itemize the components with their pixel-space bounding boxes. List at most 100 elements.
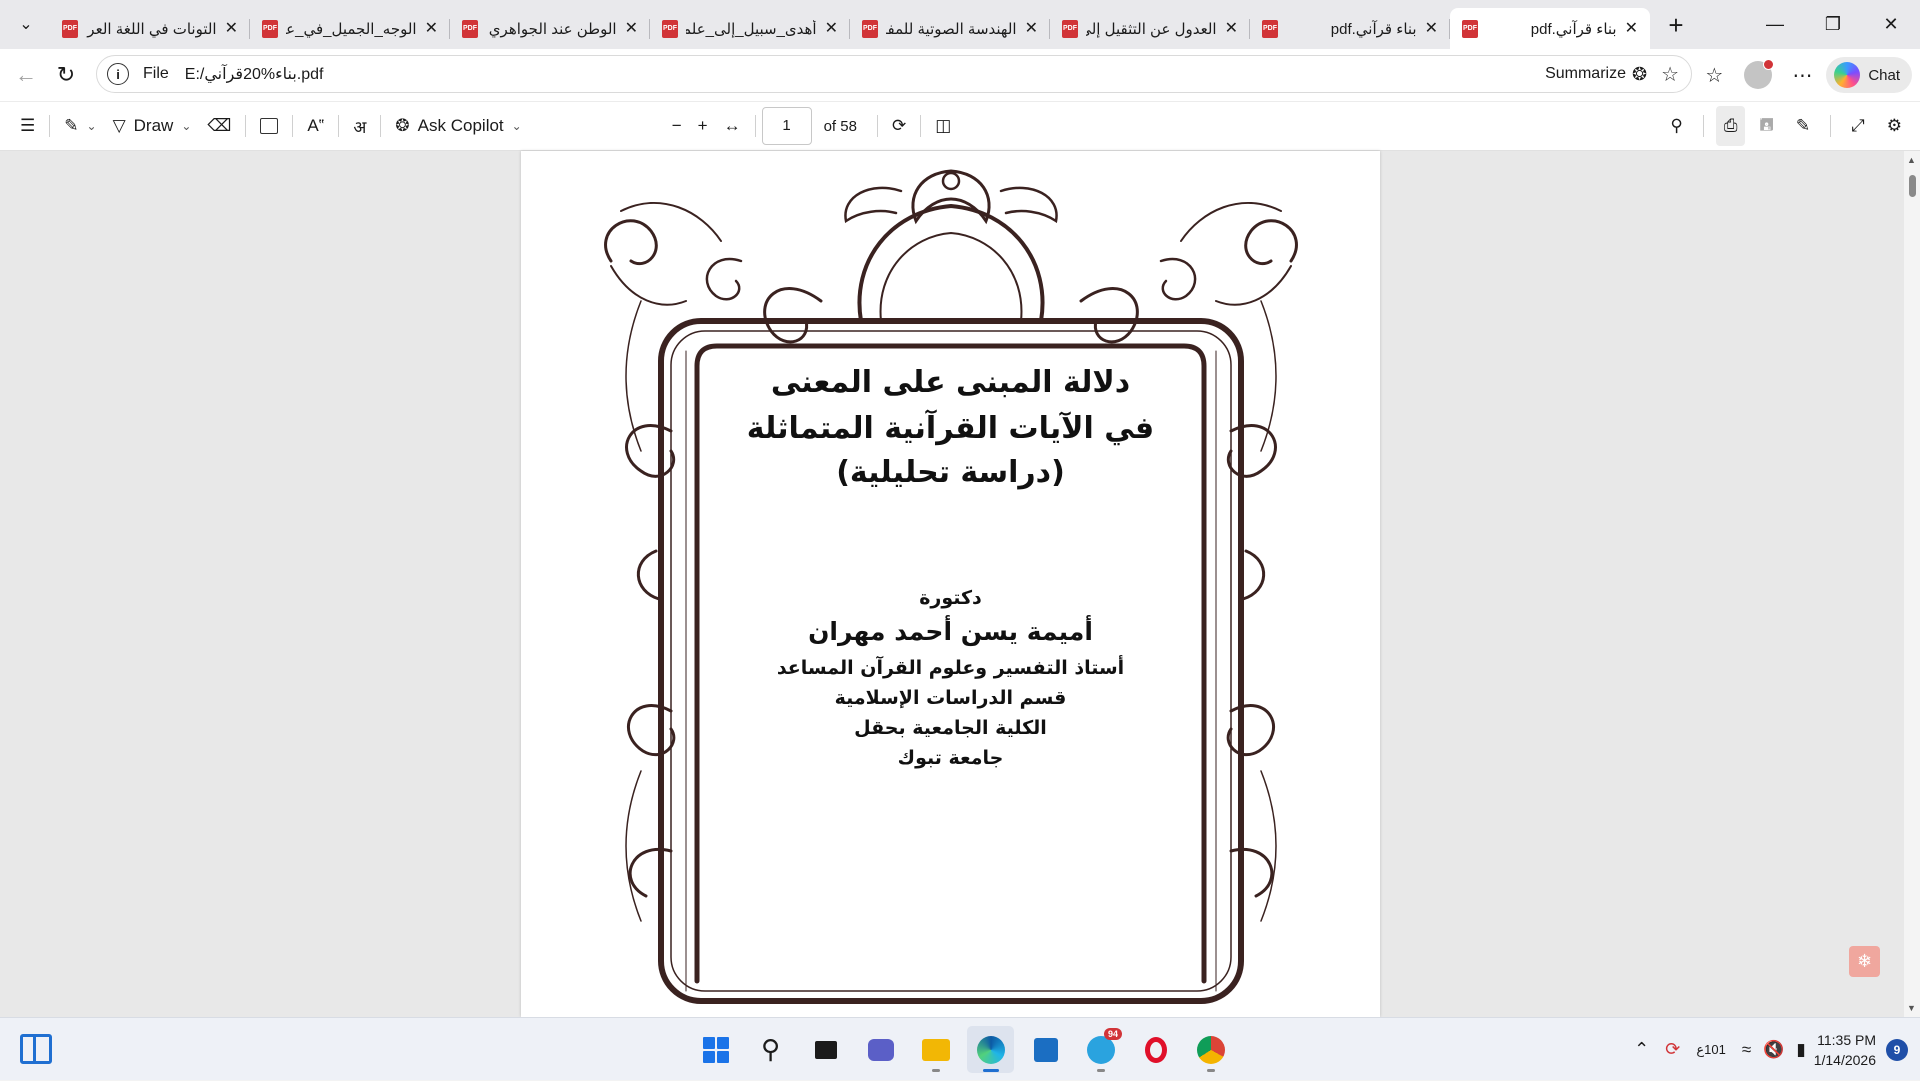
browser-tab[interactable]: PDF بناء قرآني.pdf ✕ [1250, 8, 1450, 49]
address-bar[interactable]: i File E:/بناء%20قرآني.pdf Summarize ❂ ☆ [96, 55, 1692, 93]
browser-tab[interactable]: PDF التونات في اللغة العربية ✕ [50, 8, 250, 49]
tab-actions-menu-button[interactable]: ⌄ [6, 4, 46, 44]
fit-to-width-button[interactable]: ↔ [716, 106, 749, 146]
volume-muted-icon: 🔇 [1763, 1039, 1785, 1059]
add-text-button[interactable] [252, 106, 286, 146]
browser-tab[interactable]: PDF الهندسة الصوتية للمفردة ✕ [850, 8, 1050, 49]
refresh-button[interactable]: ↻ [46, 55, 86, 95]
store-app[interactable] [1022, 1026, 1069, 1073]
fullscreen-button[interactable]: ⤢ [1843, 106, 1873, 146]
page-number-input[interactable]: 1 [761, 107, 812, 145]
telegram-app[interactable]: 94 [1077, 1026, 1124, 1073]
browser-tab[interactable]: PDF الوجه_الجميل_في_علم ✕ [250, 8, 450, 49]
close-tab-icon[interactable]: ✕ [1425, 20, 1438, 37]
show-hidden-icons-button[interactable]: ⌃ [1626, 1039, 1657, 1060]
save-as-icon: ✎ [1795, 116, 1811, 135]
close-tab-icon[interactable]: ✕ [625, 20, 638, 37]
chrome-app[interactable] [1187, 1026, 1234, 1073]
scroll-up-icon[interactable]: ▲ [1907, 155, 1916, 165]
settings-button[interactable]: ⚙ [1879, 106, 1910, 146]
expand-icon: ⤢ [1851, 116, 1865, 135]
chevron-down-icon[interactable]: ⌄ [87, 119, 97, 133]
profile-button[interactable] [1738, 55, 1778, 95]
chevron-down-icon[interactable]: ⌄ [181, 119, 191, 133]
contents-button[interactable]: ☰ [12, 106, 43, 146]
page-count-label: of 58 [823, 117, 857, 135]
chevron-down-icon: ⌄ [19, 16, 33, 33]
eraser-icon: ⌫ [207, 116, 232, 135]
network-button[interactable]: ≈ 🔇 ▮ [1734, 1040, 1814, 1060]
refresh-icon: ↻ [56, 62, 76, 87]
read-aloud-button[interactable]: A‟ [299, 106, 332, 146]
save-button[interactable]: 🖪 [1751, 106, 1781, 146]
close-tab-icon[interactable]: ✕ [825, 20, 838, 37]
rotate-button[interactable]: ⟳ [884, 106, 914, 146]
start-button[interactable] [692, 1026, 739, 1073]
gear-icon: ⚙ [1886, 116, 1902, 135]
scrollbar-thumb[interactable] [1909, 175, 1916, 197]
pdf-file-icon: PDF [62, 19, 78, 38]
draw-button[interactable]: ▽ Draw ⌄ [105, 106, 200, 146]
summarize-button[interactable]: Summarize ❂ [1545, 64, 1661, 85]
zoom-in-button[interactable]: + [690, 106, 716, 146]
adobe-acrobat-button[interactable]: ❄ [1849, 946, 1880, 977]
url-text[interactable]: E:/بناء%20قرآني.pdf [185, 64, 324, 84]
wifi-icon: ≈ [1741, 1039, 1752, 1059]
minimize-button[interactable]: — [1746, 14, 1804, 35]
close-tab-icon[interactable]: ✕ [1025, 20, 1038, 37]
highlight-button[interactable]: ✎ ⌄ [56, 106, 104, 146]
edge-icon [976, 1035, 1005, 1064]
printer-icon: ⎙ [1723, 116, 1738, 135]
input-method-indicator[interactable]: ع 101 [1688, 1042, 1733, 1058]
widgets-icon[interactable] [20, 1034, 52, 1064]
pdf-file-icon: PDF [862, 19, 878, 38]
vertical-scrollbar[interactable]: ▲ ▼ [1904, 151, 1920, 1017]
browser-tab[interactable]: PDF أهدى_سبيل_إلى_علمي ✕ [650, 8, 850, 49]
translate-button[interactable]: अ [345, 106, 374, 146]
close-tab-icon[interactable]: ✕ [1225, 20, 1238, 37]
close-window-button[interactable]: ✕ [1862, 14, 1920, 35]
favorites-button[interactable]: ☆ [1694, 55, 1734, 95]
tab-title: بناء قرآني.pdf [1330, 20, 1417, 38]
search-button[interactable]: ⚲ [747, 1026, 794, 1073]
print-button[interactable]: ⎙ [1715, 106, 1746, 146]
copilot-chat-button[interactable]: Chat [1826, 57, 1912, 93]
opera-app[interactable] [1132, 1026, 1179, 1073]
close-tab-icon[interactable]: ✕ [1625, 20, 1638, 37]
browser-tab[interactable]: PDF الوطن عند الجواهري ✕ [450, 8, 650, 49]
save-as-button[interactable]: ✎ [1788, 106, 1818, 146]
more-menu-button[interactable]: ⋯ [1782, 55, 1822, 95]
info-icon[interactable]: i [107, 63, 129, 85]
arrow-left-icon: ← [15, 62, 37, 87]
clock[interactable]: 11:35 PM 1/14/2026 [1814, 1030, 1886, 1070]
notification-center-button[interactable]: 9 [1886, 1038, 1908, 1061]
teams-icon [867, 1038, 894, 1061]
pdf-page: دلالة المبنى على المعنى في الآيات القرآن… [521, 151, 1380, 1017]
new-tab-button[interactable]: + [1656, 5, 1696, 45]
browser-tab[interactable]: PDF بناء قرآني.pdf ✕ [1450, 8, 1650, 49]
sync-status-icon[interactable]: ⟳ [1657, 1039, 1688, 1060]
zoom-out-button[interactable]: − [664, 106, 690, 146]
favorite-star-icon[interactable]: ☆ [1661, 62, 1691, 87]
close-tab-icon[interactable]: ✕ [425, 20, 438, 37]
pdf-viewer[interactable]: دلالة المبنى على المعنى في الآيات القرآن… [0, 151, 1920, 1017]
scroll-down-icon[interactable]: ▼ [1907, 1003, 1916, 1013]
copilot-icon: ❂ [395, 116, 410, 135]
task-view-button[interactable] [802, 1026, 849, 1073]
restore-button[interactable]: ❐ [1804, 14, 1862, 35]
search-button[interactable]: ⚲ [1662, 106, 1690, 146]
chevron-down-icon[interactable]: ⌄ [512, 119, 522, 133]
close-tab-icon[interactable]: ✕ [225, 20, 238, 37]
taskbar-apps: ⚲ 94 [692, 1026, 1234, 1073]
page-view-button[interactable]: ◫ [927, 106, 959, 146]
browser-tab[interactable]: PDF العدول عن التثقيل إلى ✕ [1050, 8, 1250, 49]
edge-app[interactable] [967, 1026, 1014, 1073]
file-explorer-app[interactable] [912, 1026, 959, 1073]
ask-copilot-label: Ask Copilot [417, 116, 504, 135]
pdf-right-tools: ⚲ ⎙ 🖪 ✎ ⤢ ⚙ [1662, 106, 1910, 146]
teams-app[interactable] [857, 1026, 904, 1073]
ask-copilot-button[interactable]: ❂ Ask Copilot ⌄ [387, 106, 529, 146]
document-title-line-2: في الآيات القرآنية المتماثلة [746, 411, 1155, 446]
erase-button[interactable]: ⌫ [199, 106, 239, 146]
back-button[interactable]: ← [6, 55, 46, 95]
